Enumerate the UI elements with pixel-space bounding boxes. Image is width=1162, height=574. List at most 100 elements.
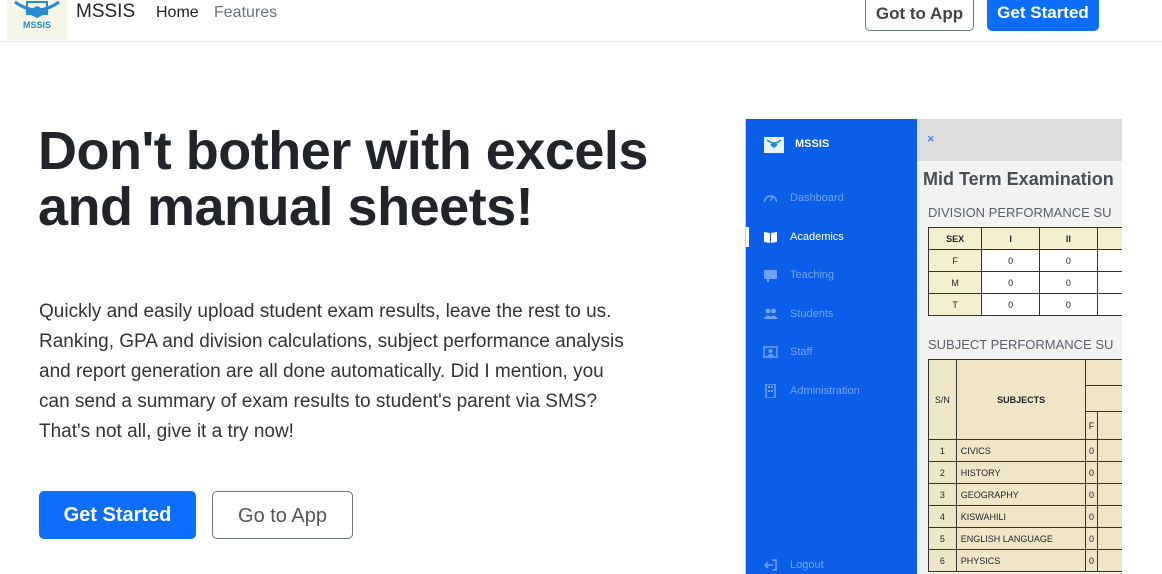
table-row: 6 PHYSICS 0: [928, 549, 1122, 572]
table-header: I: [981, 227, 1040, 250]
table-cell: [1096, 293, 1122, 316]
hero-get-started-button[interactable]: Get Started: [39, 491, 196, 539]
preview-logout-label: Logout: [790, 559, 824, 571]
table-cell: 0: [1039, 293, 1098, 316]
users-icon: [763, 308, 778, 319]
app-preview: MSSIS Dashboard Academics Teaching Stude…: [745, 119, 1122, 574]
table-header: [1085, 359, 1122, 386]
table-cell: [1096, 271, 1122, 294]
division-table: SEX I II F 0 0 M 0 0 T 0 0: [927, 227, 1122, 316]
table-cell: 0: [981, 249, 1040, 272]
get-started-button[interactable]: Get Started: [987, 0, 1099, 31]
preview-nav-administration[interactable]: Administration: [746, 381, 917, 401]
table-row: M 0 0: [927, 271, 1122, 294]
table-cell: 0: [981, 293, 1040, 316]
hero-title: Don't bother with excels and manual shee…: [38, 121, 648, 237]
nav-link-home[interactable]: Home: [156, 3, 199, 23]
table-cell: CIVICS: [955, 439, 1087, 462]
chalkboard-icon: [764, 270, 777, 282]
building-icon: [765, 384, 776, 398]
table-header: [1085, 385, 1122, 412]
table-header: II: [1039, 227, 1098, 250]
preview-subject-heading: SUBJECT PERFORMANCE SU: [928, 337, 1114, 352]
table-cell: T: [927, 293, 983, 316]
preview-nav-label: Staff: [790, 346, 813, 358]
table-row: F 0 0: [927, 249, 1122, 272]
table-cell: 4: [928, 505, 957, 528]
table-cell: HISTORY: [955, 461, 1087, 484]
table-cell: [1096, 549, 1122, 572]
table-header: S/N: [928, 359, 957, 440]
hero-goto-app-button[interactable]: Go to App: [212, 491, 353, 539]
table-cell: 1: [928, 439, 957, 462]
nav-link-features[interactable]: Features: [214, 3, 277, 23]
logo-text: MSSIS: [23, 20, 51, 30]
gauge-icon: [763, 195, 778, 203]
table-header-row: SEX I II: [927, 227, 1122, 250]
id-card-icon: [763, 346, 778, 358]
preview-division-heading: DIVISION PERFORMANCE SU: [928, 205, 1112, 220]
table-cell: 0: [1085, 505, 1098, 528]
table-header-row: S/N SUBJECTS: [928, 359, 1122, 440]
table-cell: 5: [928, 527, 957, 550]
preview-nav-staff[interactable]: Staff: [746, 342, 917, 362]
table-cell: 0: [1039, 249, 1098, 272]
close-icon[interactable]: ×: [927, 131, 935, 146]
table-cell: M: [927, 271, 983, 294]
table-cell: 0: [1039, 271, 1098, 294]
table-header: F: [1085, 411, 1098, 440]
hero-description: Quickly and easily upload student exam r…: [39, 297, 639, 447]
table-cell: 0: [1085, 549, 1098, 572]
hero-paragraph: Quickly and easily upload student exam r…: [39, 301, 624, 412]
table-cell: 0: [981, 271, 1040, 294]
preview-nav-teaching[interactable]: Teaching: [746, 265, 917, 285]
brand-name[interactable]: MSSIS: [76, 0, 135, 24]
preview-nav-students[interactable]: Students: [746, 304, 917, 324]
table-cell: GEOGRAPHY: [955, 483, 1087, 506]
table-cell: [1096, 461, 1122, 484]
preview-exam-title: Mid Term Examination: [923, 169, 1114, 189]
goto-app-button[interactable]: Got to App: [865, 0, 974, 31]
preview-topbar: ×: [917, 119, 1122, 161]
preview-nav-dashboard[interactable]: Dashboard: [746, 188, 917, 208]
table-row: 3 GEOGRAPHY 0: [928, 483, 1122, 506]
preview-brand: MSSIS: [795, 138, 830, 150]
preview-logout[interactable]: Logout: [746, 555, 917, 574]
table-row: 5 ENGLISH LANGUAGE 0: [928, 527, 1122, 550]
navbar: MSSIS MSSIS Home Features Got to App Get…: [0, 0, 1162, 42]
table-cell: 0: [1085, 527, 1098, 550]
table-row: 1 CIVICS 0: [928, 439, 1122, 462]
hero-tagline: That's not all, give it a try now!: [39, 421, 294, 442]
table-cell: [1096, 249, 1122, 272]
table-header: SEX: [927, 227, 983, 250]
logout-icon: [763, 559, 777, 571]
table-cell: 2: [928, 461, 957, 484]
table-row: 4 KISWAHILI 0: [928, 505, 1122, 528]
preview-nav-label: Administration: [790, 385, 860, 397]
preview-main: × Mid Term Examination DIVISION PERFORMA…: [917, 119, 1122, 574]
table-cell: [1096, 527, 1122, 550]
table-header: SUBJECTS: [955, 359, 1087, 440]
preview-nav-label: Academics: [790, 231, 844, 243]
preview-sidebar: MSSIS Dashboard Academics Teaching Stude…: [746, 119, 917, 574]
table-cell: PHYSICS: [955, 549, 1087, 572]
preview-nav-label: Teaching: [790, 269, 835, 281]
table-header: [1096, 227, 1122, 250]
table-cell: F: [927, 249, 983, 272]
table-cell: 0: [1085, 483, 1098, 506]
table-cell: [1096, 483, 1122, 506]
preview-nav-label: Students: [790, 308, 834, 320]
table-header: [1096, 411, 1122, 440]
table-cell: KISWAHILI: [955, 505, 1087, 528]
school-logo[interactable]: MSSIS: [7, 0, 67, 40]
table-cell: [1096, 505, 1122, 528]
table-cell: 3: [928, 483, 957, 506]
logo-icon: [764, 137, 784, 153]
preview-nav-academics[interactable]: Academics: [746, 227, 917, 247]
table-row: 2 HISTORY 0: [928, 461, 1122, 484]
table-cell: 6: [928, 549, 957, 572]
graduation-cap-icon: MSSIS: [14, 0, 60, 30]
preview-nav-label: Dashboard: [790, 192, 844, 204]
table-row: T 0 0: [927, 293, 1122, 316]
table-cell: 0: [1085, 439, 1098, 462]
